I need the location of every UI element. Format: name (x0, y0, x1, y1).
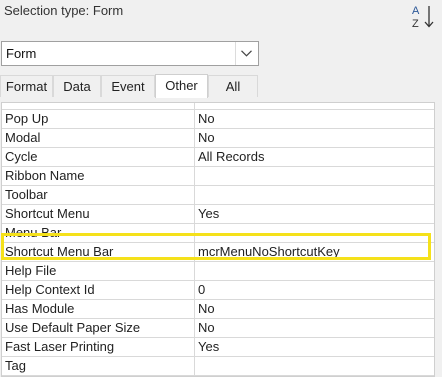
tab-event[interactable]: Event (101, 75, 155, 97)
property-value[interactable] (196, 167, 434, 185)
object-selector-value: Form (6, 46, 37, 61)
property-row-shortcut-menu-bar[interactable]: Shortcut Menu Bar mcrMenuNoShortcutKey (2, 243, 434, 262)
property-row-fast-laser-printing[interactable]: Fast Laser Printing Yes (2, 338, 434, 357)
property-name: Pop Up (2, 110, 195, 128)
grid-spacer-row (2, 103, 434, 110)
tab-all[interactable]: All (208, 75, 258, 97)
property-value[interactable]: No (196, 300, 434, 318)
property-name: Modal (2, 129, 195, 147)
property-grid: Pop Up No Modal No Cycle All Records Rib… (1, 102, 435, 377)
property-value[interactable]: Yes (196, 338, 434, 356)
property-value[interactable] (196, 357, 434, 375)
property-name: Help File (2, 262, 195, 280)
property-name: Menu Bar (2, 224, 195, 242)
property-value[interactable] (196, 262, 434, 280)
svg-text:Z: Z (412, 18, 419, 30)
property-value[interactable]: Yes (196, 205, 434, 223)
property-name: Fast Laser Printing (2, 338, 195, 356)
property-row-menu-bar[interactable]: Menu Bar (2, 224, 434, 243)
object-selector[interactable]: Form (1, 41, 259, 66)
property-row-help-file[interactable]: Help File (2, 262, 434, 281)
property-value[interactable]: No (196, 129, 434, 147)
property-name: Has Module (2, 300, 195, 318)
property-value[interactable]: 0 (196, 281, 434, 299)
property-name: Help Context Id (2, 281, 195, 299)
property-value[interactable]: No (196, 110, 434, 128)
property-row-use-default-paper-size[interactable]: Use Default Paper Size No (2, 319, 434, 338)
property-name: Tag (2, 357, 195, 375)
property-name: Ribbon Name (2, 167, 195, 185)
sort-az-icon[interactable]: A Z (410, 2, 438, 30)
property-row-shortcut-menu[interactable]: Shortcut Menu Yes (2, 205, 434, 224)
property-row-ribbon-name[interactable]: Ribbon Name (2, 167, 434, 186)
tab-format[interactable]: Format (0, 75, 53, 97)
property-name: Shortcut Menu Bar (2, 243, 195, 261)
svg-text:A: A (412, 5, 420, 17)
chevron-down-icon (241, 50, 252, 57)
property-row-modal[interactable]: Modal No (2, 129, 434, 148)
right-edge-strip (436, 102, 442, 372)
property-tabs: Format Data Event Other All (0, 74, 442, 98)
property-row-has-module[interactable]: Has Module No (2, 300, 434, 319)
property-name: Use Default Paper Size (2, 319, 195, 337)
property-name: Toolbar (2, 186, 195, 204)
tab-other[interactable]: Other (155, 74, 208, 98)
property-row-help-context-id[interactable]: Help Context Id 0 (2, 281, 434, 300)
dropdown-button[interactable] (235, 42, 258, 65)
property-name: Cycle (2, 148, 195, 166)
property-value[interactable]: No (196, 319, 434, 337)
property-name: Shortcut Menu (2, 205, 195, 223)
tab-data[interactable]: Data (53, 75, 101, 97)
property-row-pop-up[interactable]: Pop Up No (2, 110, 434, 129)
property-value[interactable] (196, 224, 434, 242)
property-row-tag[interactable]: Tag (2, 357, 434, 376)
property-value[interactable]: mcrMenuNoShortcutKey (196, 243, 434, 261)
selection-type-label: Selection type: Form (4, 3, 124, 18)
property-value[interactable] (196, 186, 434, 204)
property-row-toolbar[interactable]: Toolbar (2, 186, 434, 205)
property-row-cycle[interactable]: Cycle All Records (2, 148, 434, 167)
property-value[interactable]: All Records (196, 148, 434, 166)
